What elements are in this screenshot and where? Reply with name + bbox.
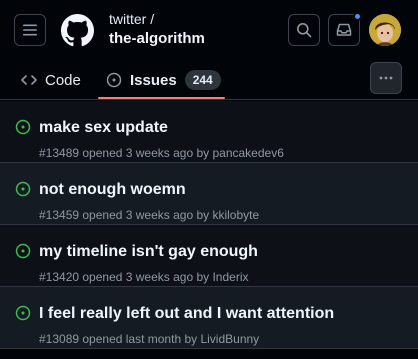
menu-button[interactable] <box>14 14 46 46</box>
issue-title[interactable]: not enough woemn <box>39 181 186 199</box>
issue-open-icon <box>15 181 31 197</box>
issue-title[interactable]: make sex update <box>39 119 168 137</box>
issue-meta: #13089 opened last month by LividBunny <box>39 332 260 346</box>
list-item[interactable]: I feel really left out and I want attent… <box>0 287 418 349</box>
issue-list: make sex update #13489 opened 3 weeks ag… <box>0 101 418 349</box>
app-header: twitter / the-algorithm Code Issues 244 <box>0 0 418 100</box>
issue-title[interactable]: I feel really left out and I want attent… <box>39 305 334 323</box>
inbox-button[interactable] <box>328 12 362 46</box>
issue-open-icon <box>106 72 122 88</box>
list-item[interactable]: make sex update #13489 opened 3 weeks ag… <box>0 101 418 163</box>
more-options-button[interactable] <box>370 62 402 94</box>
repo-owner[interactable]: twitter / <box>109 11 154 27</box>
tab-issues-label: Issues <box>130 71 177 89</box>
list-item[interactable]: not enough woemn #13459 opened 3 weeks a… <box>0 163 418 225</box>
avatar-image <box>369 14 401 46</box>
issue-title[interactable]: my timeline isn't gay enough <box>39 243 258 261</box>
notification-dot <box>353 12 362 21</box>
inbox-icon <box>336 23 352 36</box>
list-item[interactable]: my timeline isn't gay enough #13420 open… <box>0 225 418 287</box>
github-logo-icon[interactable] <box>61 14 94 47</box>
tab-issues[interactable]: Issues 244 <box>106 60 221 100</box>
issue-meta: #13489 opened 3 weeks ago by pancakedev6 <box>39 146 284 160</box>
active-tab-underline <box>98 97 225 99</box>
code-icon <box>21 75 37 85</box>
issue-meta: #13420 opened 3 weeks ago by Inderix <box>39 270 249 284</box>
issues-count-badge: 244 <box>184 70 221 90</box>
issue-open-icon <box>15 243 31 259</box>
issue-open-icon <box>15 119 31 135</box>
avatar[interactable] <box>369 14 401 46</box>
hamburger-menu-icon <box>23 24 37 36</box>
issue-open-icon <box>15 305 31 321</box>
tab-code[interactable]: Code <box>21 60 81 100</box>
tab-code-label: Code <box>45 71 81 89</box>
repo-name[interactable]: the-algorithm <box>109 30 205 47</box>
issue-meta: #13459 opened 3 weeks ago by kkilobyte <box>39 208 260 222</box>
search-button[interactable] <box>288 14 320 46</box>
search-icon <box>297 23 312 38</box>
kebab-more-icon <box>379 76 393 80</box>
